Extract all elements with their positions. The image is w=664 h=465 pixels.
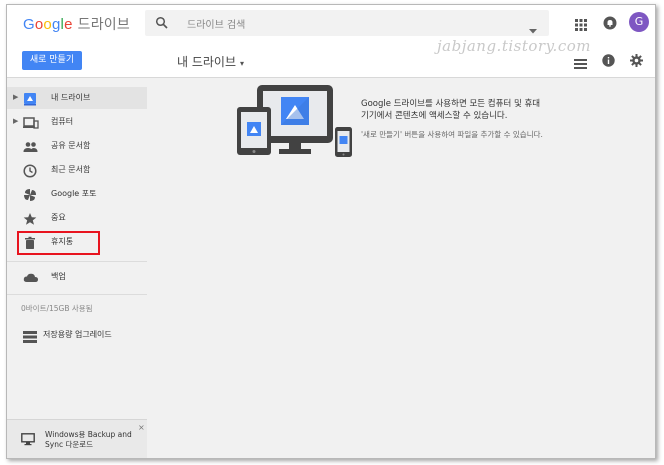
promo-line: Sync 다운로드 (45, 440, 94, 449)
logo-letter: e (64, 16, 73, 33)
divider (7, 261, 147, 262)
monitor-icon (21, 431, 35, 450)
notifications-bell-icon[interactable] (603, 15, 617, 34)
list-view-icon[interactable] (574, 54, 587, 73)
trash-highlight-box (17, 231, 100, 255)
chevron-down-icon: ▾ (240, 59, 245, 68)
storage-usage-text: 0바이트/15GB 사용됨 (21, 304, 93, 313)
sidebar-item-label: 중요 (51, 213, 66, 222)
star-icon (23, 211, 37, 230)
logo-letter: g (51, 16, 61, 33)
info-icon[interactable] (602, 52, 615, 71)
sidebar: ▶ 내 드라이브 ▶ 컴퓨터 공유 문서함 최근 문서함 Google 포토 중… (7, 78, 147, 458)
search-input[interactable]: 드라이브 검색 (187, 16, 245, 31)
avatar[interactable]: G (629, 12, 649, 32)
sidebar-item-computers[interactable]: ▶ 컴퓨터 (7, 111, 147, 133)
message-line: 기기에서 콘텐츠에 액세스할 수 있습니다. (361, 111, 508, 121)
upgrade-storage-label: 저장용량 업그레이드 (43, 330, 112, 339)
drive-window: Google 드라이브 드라이브 검색 G 새로 만들기 내 드라이브 ▾ ja… (6, 4, 656, 459)
clock-icon (23, 163, 37, 182)
my-drive-dropdown[interactable]: 내 드라이브 ▾ (177, 53, 244, 70)
backup-sync-promo[interactable]: Windows용 Backup and Sync 다운로드 × (7, 419, 147, 458)
promo-text[interactable]: Windows용 Backup and Sync 다운로드 (45, 430, 132, 450)
drive-folder-icon (23, 91, 37, 110)
message-line: Google 드라이브를 사용하면 모든 컴퓨터 및 휴대 (361, 99, 541, 109)
promo-line: Windows용 Backup and (45, 430, 132, 439)
expand-arrow-icon[interactable]: ▶ (13, 117, 18, 125)
sidebar-item-recent[interactable]: 최근 문서함 (7, 159, 147, 181)
logo-letter: G (23, 16, 35, 33)
photos-pinwheel-icon (23, 187, 37, 206)
new-button[interactable]: 새로 만들기 (22, 51, 82, 70)
google-drive-logo[interactable]: Google 드라이브 (23, 14, 130, 34)
search-options-caret-icon[interactable] (529, 19, 537, 38)
sidebar-item-label: 백업 (51, 272, 66, 281)
apps-grid-icon[interactable] (575, 16, 587, 35)
devices-illustration (229, 81, 359, 163)
sidebar-item-label: 내 드라이브 (51, 93, 91, 102)
divider (7, 294, 147, 295)
cloud-icon (23, 270, 39, 289)
sidebar-item-label: Google 포토 (51, 189, 97, 198)
shared-people-icon (23, 139, 38, 158)
sidebar-item-shared[interactable]: 공유 문서함 (7, 135, 147, 157)
logo-letter: o (43, 16, 52, 33)
logo-drive-text: 드라이브 (77, 16, 130, 32)
page-title: 내 드라이브 (177, 55, 237, 69)
sidebar-item-label: 공유 문서함 (51, 141, 91, 150)
sidebar-item-my-drive[interactable]: ▶ 내 드라이브 (7, 87, 147, 109)
gear-icon[interactable] (630, 52, 643, 71)
search-box[interactable]: 드라이브 검색 (145, 10, 549, 36)
search-icon[interactable] (155, 15, 169, 34)
close-icon[interactable]: × (138, 423, 145, 432)
storage-stack-icon (23, 328, 37, 347)
sidebar-item-backup[interactable]: 백업 (7, 266, 147, 288)
action-bar: 새로 만들기 내 드라이브 ▾ jabjang.tistory.com (7, 37, 655, 78)
upgrade-storage-link[interactable]: 저장용량 업그레이드 (7, 324, 147, 346)
sidebar-item-label: 컴퓨터 (51, 117, 74, 126)
top-bar: Google 드라이브 드라이브 검색 G (7, 5, 655, 41)
empty-state-message: Google 드라이브를 사용하면 모든 컴퓨터 및 휴대 기기에서 콘텐츠에 … (361, 98, 591, 122)
sidebar-item-google-photos[interactable]: Google 포토 (7, 183, 147, 205)
empty-state-hint: '새로 만들기' 버튼을 사용하여 파일을 추가할 수 있습니다. (361, 130, 543, 139)
sidebar-item-starred[interactable]: 중요 (7, 207, 147, 229)
watermark: jabjang.tistory.com (437, 37, 591, 55)
expand-arrow-icon[interactable]: ▶ (13, 93, 18, 101)
computers-icon (23, 115, 39, 134)
sidebar-item-label: 최근 문서함 (51, 165, 91, 174)
